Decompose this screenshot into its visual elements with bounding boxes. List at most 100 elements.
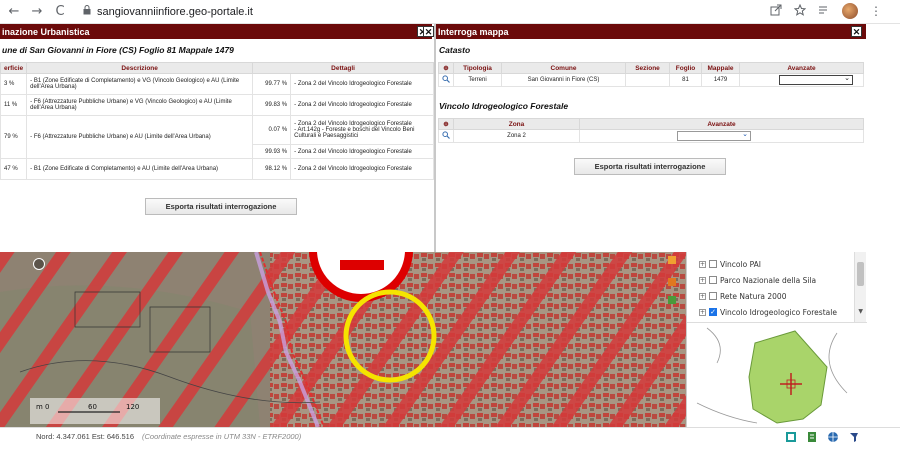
share-icon[interactable] <box>770 4 782 19</box>
address-bar[interactable]: sangiovanniinfiore.geo-portale.it <box>97 6 253 18</box>
table-row: Zona 2 ⌄ <box>438 129 864 143</box>
table-row: Terreni San Giovanni in Fiore (CS) 81 14… <box>438 73 864 87</box>
zoom-to-icon[interactable] <box>438 73 454 87</box>
destinazione-urbanistica-panel: une di San Giovanni in Fiore (CS) Foglio… <box>0 39 434 252</box>
cell-percent: 99.93 % <box>252 144 292 159</box>
export-results-button[interactable]: Esporta risultati interrogazione <box>574 158 726 175</box>
col-tipologia: Tipologia <box>453 62 502 74</box>
print-icon[interactable] <box>785 431 797 443</box>
left-panel-titlebar: inazione Urbanistica ✕ <box>0 24 432 39</box>
back-icon[interactable]: ← <box>5 3 23 21</box>
scroll-down-icon[interactable]: ▼ <box>858 308 863 315</box>
table-row: 47 % - B1 (Zone Edificate di Completamen… <box>0 158 434 180</box>
col-dettagli: Dettagli <box>252 62 434 74</box>
cell-avanzate: ⌄ <box>579 129 864 143</box>
reading-list-icon[interactable] <box>818 4 830 19</box>
legend-icon[interactable] <box>806 431 818 443</box>
layer-vincolo-idrogeologico[interactable]: + ✓ Vincolo Idrogeologico Forestale <box>699 306 837 318</box>
layer-checkbox-checked[interactable]: ✓ <box>709 308 717 316</box>
expand-icon[interactable]: + <box>699 308 706 316</box>
cell-percent: 0.07 % <box>252 115 292 145</box>
forward-icon[interactable]: → <box>28 3 46 21</box>
reload-icon[interactable]: C <box>51 3 69 21</box>
layer-label: Parco Nazionale della Sila <box>720 275 817 285</box>
cell-sezione <box>625 73 670 87</box>
cell-percent: 99.77 % <box>252 73 292 95</box>
col-avanzate: Avanzate <box>739 62 864 74</box>
cell-descrizione: - B1 (Zone Edificate di Completamento) e… <box>26 73 254 95</box>
map-tools <box>668 256 678 312</box>
expand-icon[interactable]: + <box>699 260 706 268</box>
expand-icon[interactable]: + <box>699 276 706 284</box>
table-row: 79 % - F6 (Attrezzature Pubbliche Urbane… <box>0 115 434 159</box>
overview-map[interactable] <box>687 322 867 427</box>
cell-superficie: 47 % <box>0 158 28 180</box>
cell-dettaglio: - Zona 2 del Vincolo Idrogeologico Fores… <box>290 158 434 180</box>
coordinates-note: (Coordinate espresse in UTM 33N - ETRF20… <box>142 432 302 441</box>
right-panel-title: Interroga mappa <box>438 26 509 37</box>
cell-descrizione: - F6 (Attrezzature Pubbliche Urbane) e A… <box>26 115 254 159</box>
map-canvas[interactable]: m 0 60 120 <box>0 252 686 427</box>
zoom-control-icon[interactable] <box>33 258 45 270</box>
pin-icon[interactable] <box>848 431 860 443</box>
profile-avatar[interactable] <box>842 3 858 19</box>
col-foglio: Foglio <box>669 62 702 74</box>
browser-toolbar: ← → C sangiovanniinfiore.geo-portale.it … <box>0 0 900 24</box>
col-sezione: Sezione <box>625 62 670 74</box>
bookmark-star-icon[interactable] <box>793 3 807 19</box>
cell-dettaglio: - Zona 2 del Vincolo Idrogeologico Fores… <box>290 115 434 145</box>
overview-svg <box>696 327 848 424</box>
cell-dettaglio: - Zona 2 del Vincolo Idrogeologico Fores… <box>290 73 434 95</box>
cell-percent: 99.83 % <box>252 94 292 116</box>
layer-vincolo-pai[interactable]: + Vincolo PAI <box>699 258 761 270</box>
catasto-title: Catasto <box>439 45 471 55</box>
avanzate-select[interactable]: ⌄ <box>677 131 751 141</box>
left-close-icon[interactable]: ✕ <box>423 26 434 37</box>
interroga-mappa-panel: Catasto ⊕ Tipologia Comune Sezione Fogli… <box>436 39 866 252</box>
layer-checkbox[interactable] <box>709 276 717 284</box>
cell-comune: San Giovanni in Fiore (CS) <box>501 73 626 87</box>
layers-panel: + Vincolo PAI + Parco Nazionale della Si… <box>686 252 867 427</box>
status-bar: Nord: 4.347.061 Est: 646.516 (Coordinate… <box>0 427 900 445</box>
cell-descrizione: - B1 (Zone Edificate di Completamento) e… <box>26 158 254 180</box>
measure-icon[interactable] <box>668 278 676 286</box>
vincolo-table: ⊕ Zona Avanzate Zona 2 ⌄ <box>438 118 864 143</box>
col-superficie: erficie <box>0 62 28 74</box>
col-expand: ⊕ <box>438 62 454 74</box>
scale-label-60: 60 <box>88 403 97 411</box>
table-row: 11 % - F6 (Attrezzature Pubbliche Urbane… <box>0 94 434 116</box>
globe-icon[interactable] <box>827 431 839 443</box>
pencil-icon[interactable] <box>668 256 676 264</box>
cell-superficie: 3 % <box>0 73 28 95</box>
close-icon[interactable]: ✕ <box>851 26 862 37</box>
left-panel-subtitle: une di San Giovanni in Fiore (CS) Foglio… <box>2 45 234 55</box>
layer-checkbox[interactable] <box>709 292 717 300</box>
left-panel-title: inazione Urbanistica <box>2 26 90 37</box>
cell-mappale: 1479 <box>701 73 740 87</box>
col-comune: Comune <box>501 62 626 74</box>
layer-label: Vincolo Idrogeologico Forestale <box>720 307 837 317</box>
scale-label-120: 120 <box>126 403 140 411</box>
col-zona: Zona <box>453 118 580 130</box>
layer-label: Vincolo PAI <box>720 259 761 269</box>
info-tool-icon[interactable] <box>668 296 676 304</box>
cell-descrizione: - F6 (Attrezzature Pubbliche Urbane) e V… <box>26 94 254 116</box>
scrollbar-thumb[interactable] <box>857 262 864 286</box>
zoom-to-icon[interactable] <box>438 129 454 143</box>
cell-zona: Zona 2 <box>453 129 580 143</box>
bottom-toolbar <box>785 431 860 443</box>
export-results-button[interactable]: Esporta risultati interrogazione <box>145 198 297 215</box>
right-panel-titlebar: Interroga mappa ✕ ✕ <box>423 24 866 39</box>
expand-icon[interactable]: + <box>699 292 706 300</box>
cell-foglio: 81 <box>669 73 702 87</box>
layer-parco-sila[interactable]: + Parco Nazionale della Sila <box>699 274 816 286</box>
layer-rete-natura[interactable]: + Rete Natura 2000 <box>699 290 786 302</box>
map-layer <box>0 252 686 427</box>
menu-dots-icon[interactable]: ⋮ <box>870 4 882 18</box>
lock-icon <box>83 5 91 18</box>
col-descrizione: Descrizione <box>26 62 254 74</box>
layer-checkbox[interactable] <box>709 260 717 268</box>
avanzate-select[interactable]: ⌄ <box>779 75 853 85</box>
cell-avanzate: ⌄ <box>739 73 864 87</box>
chevron-down-icon: ⌄ <box>742 131 748 138</box>
